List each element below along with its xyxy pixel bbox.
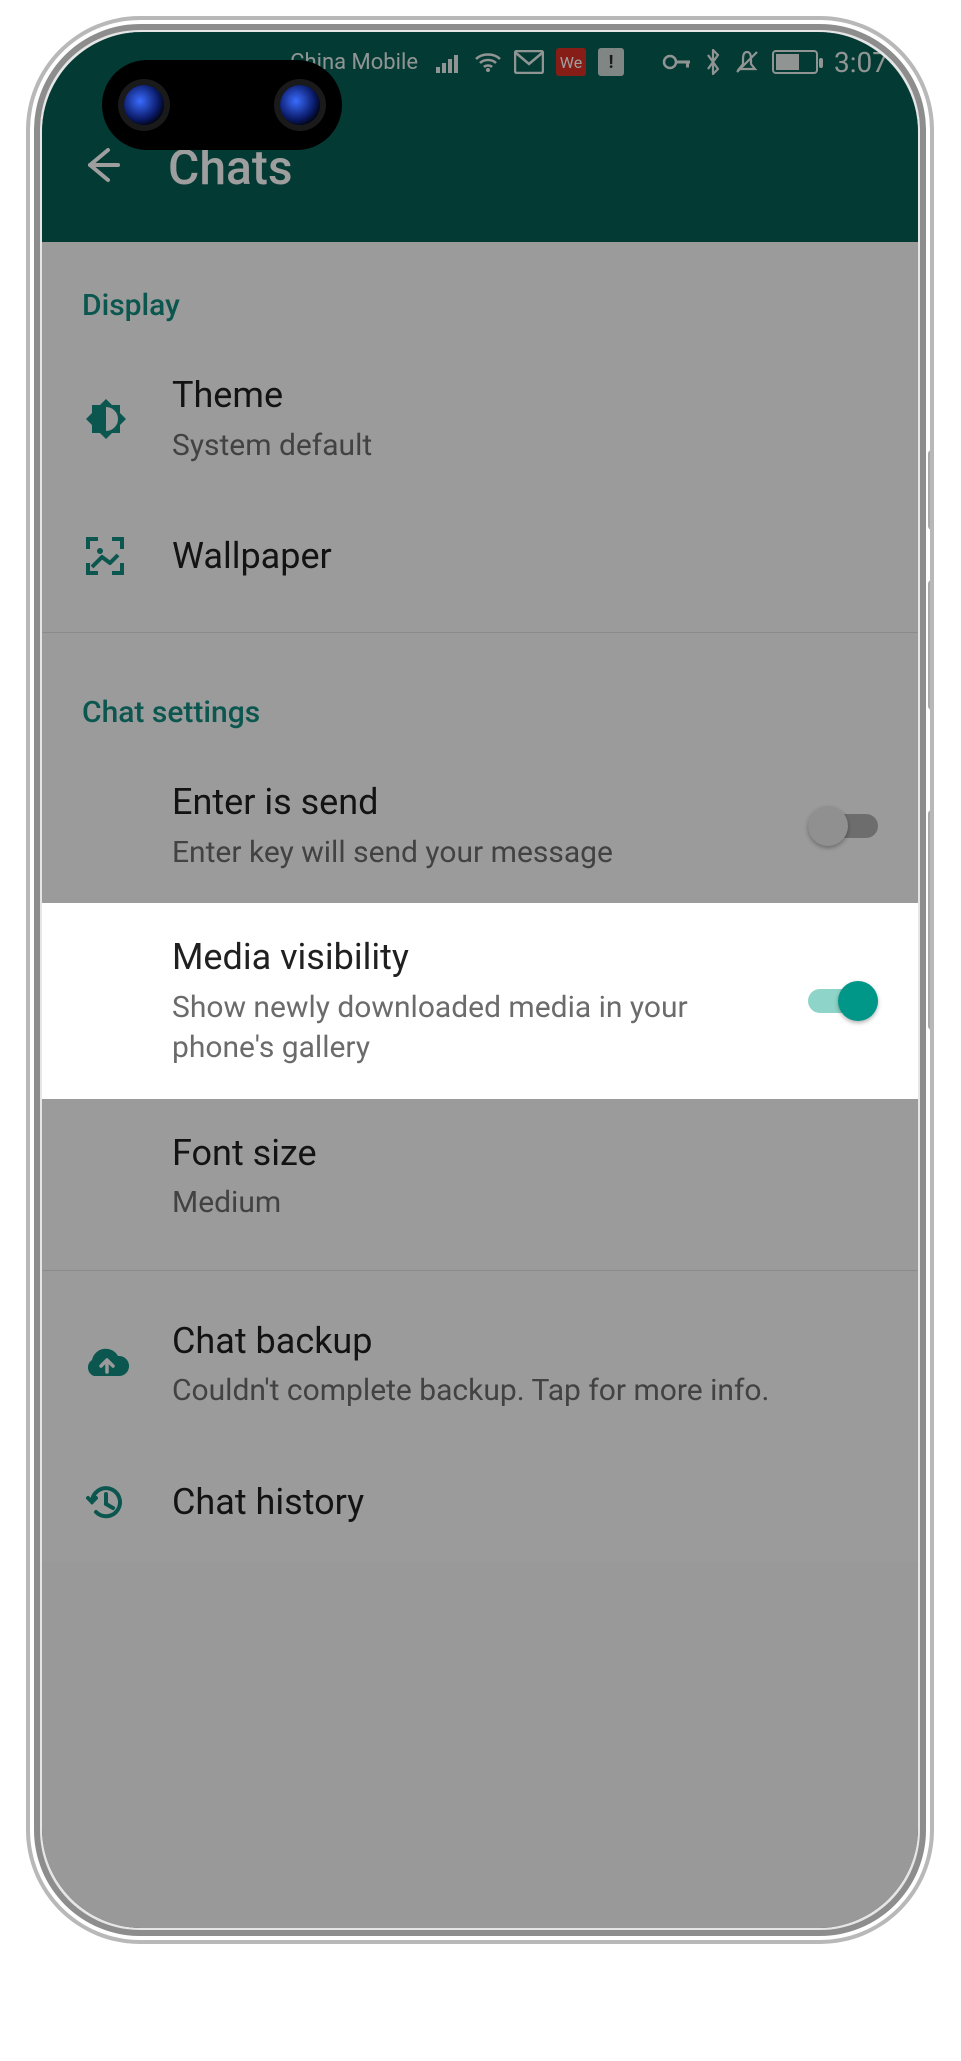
row-title: Theme	[172, 371, 878, 420]
phone-frame: China Mobile We !	[30, 20, 930, 1940]
row-subtitle: Show newly downloaded media in your phon…	[172, 988, 788, 1069]
settings-content: Display Theme System default Wal	[42, 242, 918, 1562]
cloud-upload-icon	[82, 1344, 172, 1384]
clock-label: 3:07	[834, 46, 888, 79]
divider	[42, 632, 918, 633]
row-title: Font size	[172, 1129, 878, 1178]
row-font-size[interactable]: Font size Medium	[42, 1099, 918, 1254]
side-button	[928, 450, 930, 530]
divider	[42, 1270, 918, 1271]
we-badge: We	[556, 48, 586, 76]
wallpaper-icon	[82, 533, 172, 579]
phone-screen-bezel: China Mobile We !	[42, 32, 918, 1928]
bluetooth-icon	[704, 49, 722, 75]
wifi-icon	[474, 51, 502, 73]
side-button	[928, 810, 930, 1030]
row-title: Wallpaper	[172, 532, 878, 581]
theme-icon	[82, 395, 172, 443]
row-title: Enter is send	[172, 778, 788, 827]
row-subtitle: Medium	[172, 1183, 878, 1224]
section-header-display: Display	[42, 242, 918, 341]
row-media-visibility[interactable]: Media visibility Show newly downloaded m…	[42, 903, 918, 1099]
side-button	[928, 580, 930, 710]
camera-cutout	[102, 60, 342, 150]
screen: China Mobile We !	[42, 32, 918, 1928]
row-theme[interactable]: Theme System default	[42, 341, 918, 496]
row-enter-is-send[interactable]: Enter is send Enter key will send your m…	[42, 748, 918, 903]
row-title: Media visibility	[172, 933, 788, 982]
row-subtitle: Couldn't complete backup. Tap for more i…	[172, 1371, 878, 1412]
camera-lens	[124, 85, 164, 125]
row-chat-history[interactable]: Chat history	[42, 1442, 918, 1562]
signal-icon	[436, 51, 462, 73]
battery-icon	[772, 50, 818, 74]
back-button[interactable]	[78, 142, 124, 192]
media-visibility-toggle[interactable]	[808, 981, 878, 1021]
row-subtitle: System default	[172, 426, 878, 467]
section-header-chat: Chat settings	[42, 649, 918, 748]
alert-badge: !	[598, 48, 624, 76]
row-wallpaper[interactable]: Wallpaper	[42, 496, 918, 616]
enter-is-send-toggle[interactable]	[808, 806, 878, 846]
mute-icon	[734, 49, 760, 75]
key-icon	[662, 51, 692, 73]
camera-lens	[280, 85, 320, 125]
row-title: Chat backup	[172, 1317, 878, 1366]
row-title: Chat history	[172, 1478, 878, 1527]
row-chat-backup[interactable]: Chat backup Couldn't complete backup. Ta…	[42, 1287, 918, 1442]
mail-icon	[514, 50, 544, 74]
history-icon	[82, 1478, 172, 1526]
row-subtitle: Enter key will send your message	[172, 833, 788, 874]
